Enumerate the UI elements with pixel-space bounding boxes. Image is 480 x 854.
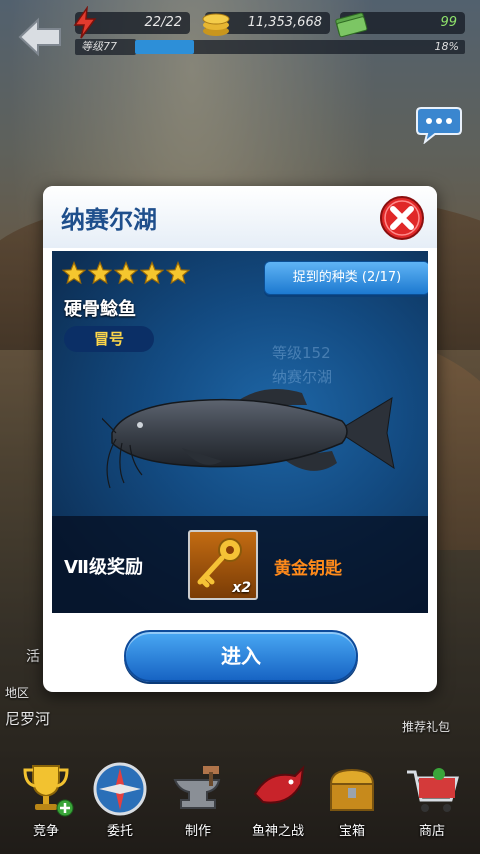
event-label[interactable]: 活 bbox=[26, 646, 40, 666]
cash-stack-icon bbox=[335, 12, 368, 38]
fish-tag: 冒号 bbox=[64, 326, 154, 352]
dialog-header: 纳赛尔湖 bbox=[43, 186, 437, 248]
chat-bubble-icon bbox=[416, 107, 462, 145]
gold-key-item[interactable]: x2 bbox=[188, 530, 258, 600]
star-rating bbox=[61, 260, 192, 287]
energy-counter: 22/22 bbox=[73, 6, 190, 39]
fish-info-panel: 等级152 纳赛尔湖 捉到的种类 (2/17) 硬骨鲶鱼 冒号 Ⅶ级奖励 x2 … bbox=[52, 251, 428, 613]
reward-quantity: x2 bbox=[232, 580, 251, 596]
nav-fish-god-label: 鱼神之战 bbox=[251, 824, 304, 839]
nav-compete[interactable]: 竞争 bbox=[12, 756, 80, 846]
lightning-icon bbox=[73, 6, 97, 39]
lake-dialog: 纳赛尔湖 等级152 纳赛尔湖 捉到的种类 (2/17) 硬骨鲶鱼 冒号 Ⅶ级奖… bbox=[43, 186, 437, 692]
nav-craft[interactable]: 制作 bbox=[164, 756, 232, 846]
treasure-chest-icon bbox=[329, 768, 375, 811]
nav-treasure-label: 宝箱 bbox=[338, 824, 365, 839]
fish-name: 硬骨鲶鱼 bbox=[64, 299, 136, 320]
reward-label: Ⅶ级奖励 bbox=[64, 557, 143, 578]
coins-counter[interactable]: 11,353,668 bbox=[202, 12, 330, 36]
level-label: 等级77 bbox=[75, 39, 136, 55]
level-progress-fill bbox=[135, 40, 195, 54]
star-icon bbox=[61, 260, 87, 285]
region-name: 尼罗河 bbox=[5, 710, 51, 728]
cash-value: 99 bbox=[440, 15, 457, 30]
compass-icon bbox=[93, 762, 147, 816]
enter-button[interactable]: 进入 bbox=[124, 630, 358, 682]
region-heading: 地区 bbox=[5, 686, 30, 700]
fish-god-icon bbox=[253, 765, 305, 804]
caught-species-button[interactable]: 捉到的种类 (2/17) bbox=[264, 261, 428, 295]
gift-pack-label[interactable]: 推荐礼包 bbox=[402, 718, 450, 735]
nav-commission-label: 委托 bbox=[106, 824, 133, 839]
level-progress-track: 18% bbox=[135, 40, 465, 54]
dialog-title: 纳赛尔湖 bbox=[61, 206, 157, 234]
nav-commission[interactable]: 委托 bbox=[86, 756, 154, 846]
energy-value: 22/22 bbox=[144, 15, 182, 30]
back-button[interactable] bbox=[16, 16, 64, 58]
nav-shop-label: 商店 bbox=[418, 824, 445, 839]
nav-compete-label: 竞争 bbox=[32, 824, 59, 839]
star-icon bbox=[87, 260, 113, 285]
bottom-nav: 竞争 委托 制作 鱼神之战 宝箱 商店 bbox=[0, 756, 480, 854]
anvil-icon bbox=[173, 766, 221, 809]
nav-craft-label: 制作 bbox=[184, 824, 211, 839]
gold-coins-icon bbox=[202, 13, 230, 36]
back-arrow-icon bbox=[18, 17, 61, 57]
reward-bar: Ⅶ级奖励 x2 黄金钥匙 bbox=[52, 516, 428, 613]
nav-treasure[interactable]: 宝箱 bbox=[318, 756, 386, 846]
coins-value: 11,353,668 bbox=[247, 15, 322, 30]
player-level-bar: 等级77 18% bbox=[75, 39, 465, 55]
reward-item-name: 黄金钥匙 bbox=[274, 559, 342, 579]
cash-counter[interactable]: 99 bbox=[335, 12, 465, 38]
level-percent: 18% bbox=[434, 40, 459, 53]
trophy-icon bbox=[23, 765, 74, 817]
close-icon bbox=[380, 196, 424, 240]
chat-button[interactable] bbox=[415, 104, 463, 145]
star-icon bbox=[139, 260, 165, 285]
star-icon bbox=[113, 260, 139, 285]
close-button[interactable] bbox=[379, 195, 425, 241]
nav-shop[interactable]: 商店 bbox=[398, 756, 466, 846]
catfish-illustration bbox=[102, 389, 395, 489]
shop-cart-icon bbox=[407, 768, 459, 812]
nav-fish-god[interactable]: 鱼神之战 bbox=[244, 756, 312, 846]
star-icon bbox=[165, 260, 191, 285]
